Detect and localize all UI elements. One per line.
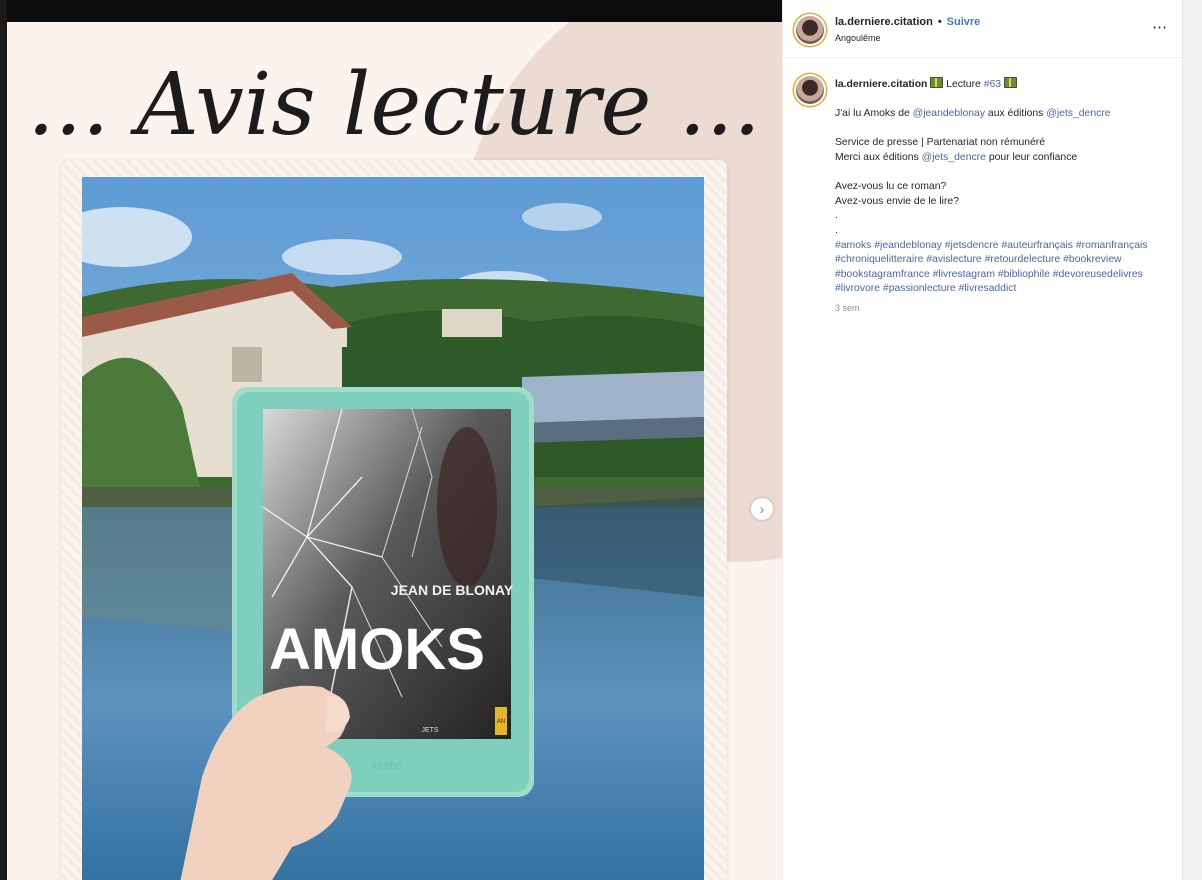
books-emoji-icon (1003, 77, 1017, 88)
chevron-right-icon: › (759, 501, 765, 517)
caption-text: Merci aux éditions (835, 151, 919, 163)
overlay-edge (0, 0, 7, 880)
caption-line: Avez-vous envie de le lire? (835, 195, 959, 207)
hashtag-line[interactable]: #amoks #jeandeblonay #jetsdencre #auteur… (835, 239, 1180, 254)
caption-line: Service de presse | Partenariat non rému… (835, 137, 1046, 149)
hashtag-line[interactable]: #livrovore #passionlecture #livresaddict (835, 282, 1180, 297)
caption-username[interactable]: la.derniere.citation (835, 79, 927, 90)
caption-text: pour leur confiance (988, 151, 1078, 163)
books-emoji-icon (930, 77, 944, 88)
cover-title: AMOKS (269, 617, 485, 682)
photo-scene: JEAN DE BLONAY AMOKS AN JETS kindle (82, 177, 704, 880)
post-side-panel: la.derniere.citation • Suivre Angoulême ⋯ … (782, 0, 1183, 880)
caption-line: Avez-vous lu ce roman? (835, 181, 947, 193)
caption-text: aux éditions (987, 108, 1044, 120)
more-options-icon[interactable]: ⋯ (1152, 18, 1168, 36)
header-user-line: la.derniere.citation • Suivre (835, 16, 980, 28)
device-brand: kindle (373, 760, 402, 772)
hashtag-line[interactable]: #chroniquelitteraire #avislecture #retou… (835, 253, 1180, 268)
post-media: ... Avis lecture ... JEAN DE BLONAY AMOK… (7, 22, 782, 880)
location-link[interactable]: Angoulême (835, 33, 881, 43)
lecture-word: Lecture (946, 79, 981, 90)
caption-line: . (835, 224, 838, 236)
caption-line: J'ai lu Amoks de @jeandeblonay aux éditi… (835, 107, 1180, 122)
cover-spine: AN (497, 719, 505, 725)
caption-text: J'ai lu Amoks de (835, 108, 910, 120)
post-timestamp[interactable]: 3 sem (835, 301, 1180, 316)
mention-link[interactable]: @jeandeblonay (913, 108, 985, 119)
scrollbar[interactable] (1182, 0, 1202, 880)
caption-line: . (835, 210, 838, 222)
headline-text: ... Avis lecture ... (27, 55, 760, 155)
separator-dot: • (937, 16, 942, 28)
mention-link[interactable]: @jets_dencre (922, 152, 986, 163)
cover-publisher: JETS (421, 727, 438, 734)
avatar[interactable] (796, 16, 824, 44)
lecture-hashtag[interactable]: #63 (984, 79, 1001, 90)
post-photo: JEAN DE BLONAY AMOKS AN JETS kindle (82, 177, 704, 880)
caption-line: Merci aux éditions @jets_dencre pour leu… (835, 151, 1180, 166)
caption-avatar[interactable] (796, 76, 824, 104)
follow-button[interactable]: Suivre (947, 16, 981, 28)
hashtag-line[interactable]: #bookstagramfrance #livrestagram #biblio… (835, 268, 1180, 283)
caption-first-line: la.derniere.citation Lecture #63 (835, 77, 1180, 93)
next-slide-button[interactable]: › (751, 498, 773, 520)
mention-link[interactable]: @jets_dencre (1046, 108, 1110, 119)
post-header: la.derniere.citation • Suivre Angoulême ⋯ (783, 0, 1183, 58)
username-link[interactable]: la.derniere.citation (835, 16, 933, 28)
post-caption: la.derniere.citation Lecture #63 J'ai lu… (835, 77, 1180, 316)
cover-author: JEAN DE BLONAY (391, 582, 514, 598)
